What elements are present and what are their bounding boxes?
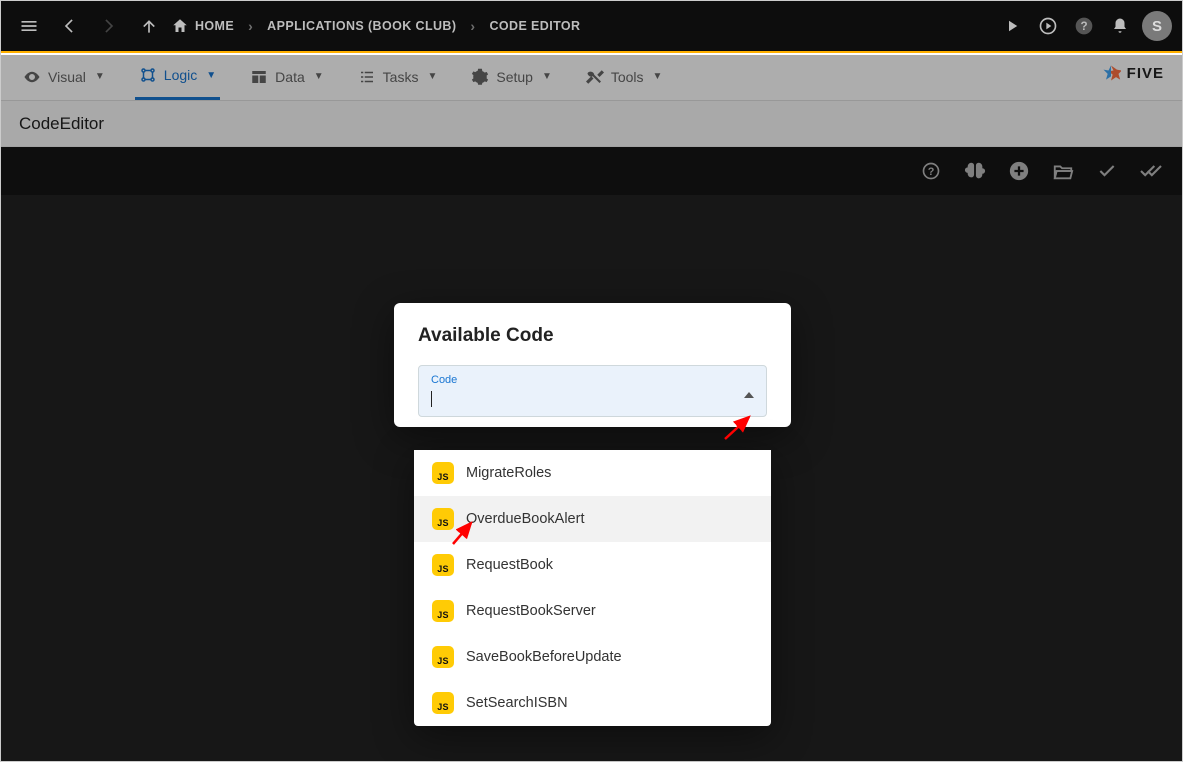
deploy-icon[interactable] <box>1030 8 1066 44</box>
caret-down-icon: ▼ <box>542 71 552 82</box>
table-icon <box>250 68 268 86</box>
js-badge-icon: JS <box>432 692 454 714</box>
check-all-icon[interactable] <box>1138 158 1164 184</box>
list-item-label: SetSearchISBN <box>466 695 568 711</box>
tab-tools-label: Tools <box>611 69 644 85</box>
tab-tools[interactable]: Tools ▼ <box>582 53 667 100</box>
js-badge-icon: JS <box>432 554 454 576</box>
list-item-label: SaveBookBeforeUpdate <box>466 649 622 665</box>
breadcrumb-home-label: HOME <box>195 19 234 33</box>
up-icon[interactable] <box>131 8 167 44</box>
list-item[interactable]: JS RequestBook <box>414 542 771 588</box>
home-icon <box>171 17 189 35</box>
page-title: CodeEditor <box>19 114 104 134</box>
popup-title: Available Code <box>418 325 767 347</box>
tab-logic[interactable]: Logic ▼ <box>135 53 220 100</box>
breadcrumb-code-editor-label: CODE EDITOR <box>489 19 580 33</box>
code-field-label: Code <box>431 374 754 386</box>
brand-logo-icon <box>1101 63 1121 83</box>
list-item[interactable]: JS SaveBookBeforeUpdate <box>414 634 771 680</box>
main-tabstrip: Visual ▼ Logic ▼ Data ▼ Tasks ▼ Setup ▼ Tools… <box>1 53 1182 101</box>
editor-toolbar: ? <box>1 147 1182 195</box>
caret-up-icon[interactable] <box>744 392 754 398</box>
list-item[interactable]: JS MigrateRoles <box>414 450 771 496</box>
caret-down-icon: ▼ <box>653 71 663 82</box>
list-item[interactable]: JS RequestBookServer <box>414 588 771 634</box>
breadcrumb-home[interactable]: HOME <box>171 17 234 35</box>
code-combobox[interactable]: Code <box>418 365 767 417</box>
tab-data-label: Data <box>275 69 305 85</box>
check-icon[interactable] <box>1094 158 1120 184</box>
bell-icon[interactable] <box>1102 8 1138 44</box>
brand-name: FIVE <box>1127 65 1164 82</box>
caret-down-icon: ▼ <box>95 71 105 82</box>
add-icon[interactable] <box>1006 158 1032 184</box>
caret-down-icon: ▼ <box>314 71 324 82</box>
list-item-label: RequestBook <box>466 557 553 573</box>
js-badge-icon: JS <box>432 600 454 622</box>
app-topbar: HOME › APPLICATIONS (BOOK CLUB) › CODE E… <box>1 1 1182 53</box>
tab-tasks[interactable]: Tasks ▼ <box>354 53 442 100</box>
list-item[interactable]: JS SetSearchISBN <box>414 680 771 726</box>
help-icon[interactable]: ? <box>1066 8 1102 44</box>
breadcrumb-applications[interactable]: APPLICATIONS (BOOK CLUB) <box>267 19 456 33</box>
chevron-right-icon: › <box>470 18 475 34</box>
code-input[interactable] <box>431 388 754 404</box>
caret-down-icon: ▼ <box>206 70 216 81</box>
hint-icon[interactable]: ? <box>918 158 944 184</box>
svg-text:?: ? <box>928 166 935 178</box>
tab-tasks-label: Tasks <box>383 69 419 85</box>
tab-setup-label: Setup <box>496 69 533 85</box>
tab-data[interactable]: Data ▼ <box>246 53 327 100</box>
chevron-right-icon: › <box>248 18 253 34</box>
play-icon[interactable] <box>994 8 1030 44</box>
code-dropdown-list: JS MigrateRoles JS OverdueBookAlert JS Reques… <box>414 450 771 726</box>
menu-icon[interactable] <box>11 8 47 44</box>
logic-icon <box>139 66 157 84</box>
forward-icon <box>91 8 127 44</box>
list-item[interactable]: JS OverdueBookAlert <box>414 496 771 542</box>
tab-visual[interactable]: Visual ▼ <box>19 53 109 100</box>
caret-down-icon: ▼ <box>427 71 437 82</box>
available-code-popup: Available Code Code <box>394 303 791 427</box>
breadcrumb-applications-label: APPLICATIONS (BOOK CLUB) <box>267 19 456 33</box>
tab-visual-label: Visual <box>48 69 86 85</box>
tools-icon <box>586 68 604 86</box>
brain-icon[interactable] <box>962 158 988 184</box>
breadcrumb: HOME › APPLICATIONS (BOOK CLUB) › CODE E… <box>171 17 580 35</box>
tab-setup[interactable]: Setup ▼ <box>467 53 556 100</box>
gear-icon <box>471 68 489 86</box>
svg-text:?: ? <box>1080 20 1087 33</box>
folder-open-icon[interactable] <box>1050 158 1076 184</box>
list-item-label: MigrateRoles <box>466 465 551 481</box>
breadcrumb-code-editor[interactable]: CODE EDITOR <box>489 19 580 33</box>
js-badge-icon: JS <box>432 508 454 530</box>
text-cursor <box>431 391 432 407</box>
brand: FIVE <box>1101 63 1164 83</box>
list-item-label: RequestBookServer <box>466 603 596 619</box>
section-title-bar: CodeEditor <box>1 101 1182 147</box>
tasks-icon <box>358 68 376 86</box>
back-icon[interactable] <box>51 8 87 44</box>
avatar[interactable]: S <box>1142 11 1172 41</box>
list-item-label: OverdueBookAlert <box>466 511 584 527</box>
topbar-left-controls <box>11 8 167 44</box>
tab-logic-label: Logic <box>164 67 197 83</box>
js-badge-icon: JS <box>432 646 454 668</box>
eye-icon <box>23 68 41 86</box>
js-badge-icon: JS <box>432 462 454 484</box>
avatar-initial: S <box>1152 18 1162 35</box>
